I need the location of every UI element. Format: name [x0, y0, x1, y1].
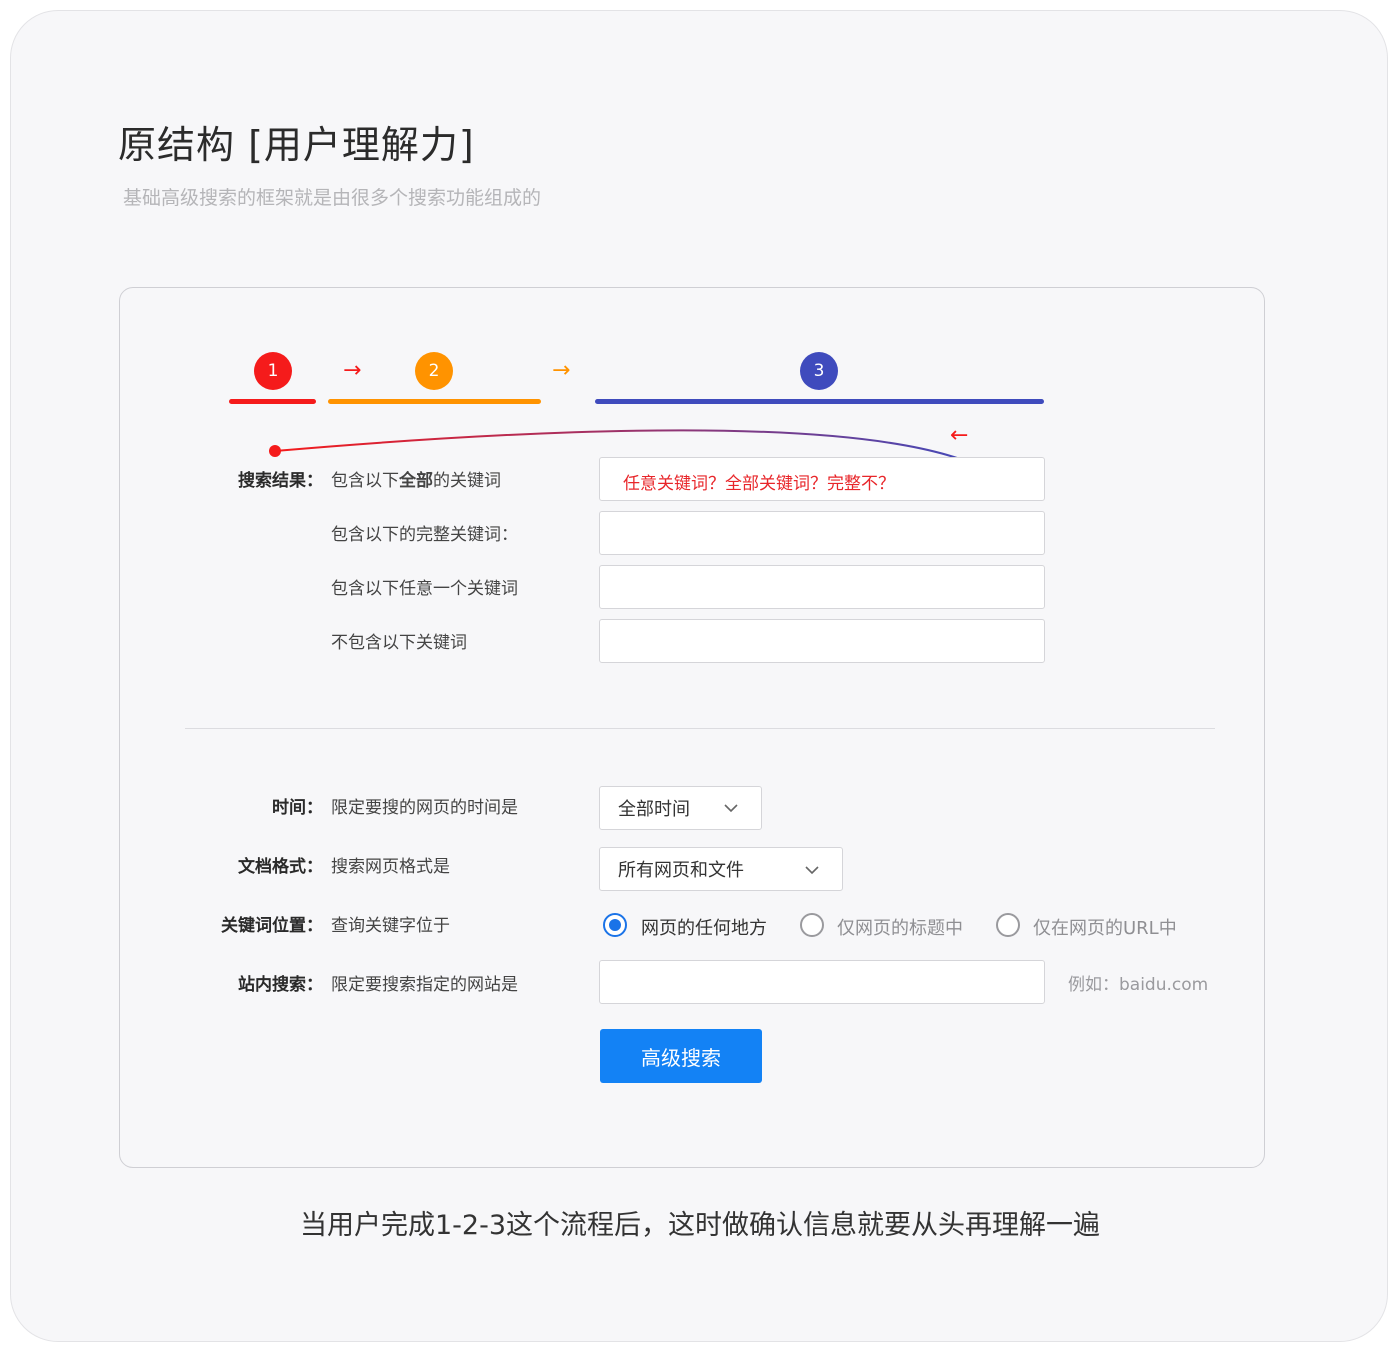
keyword-hint: 任意关键词？全部关键词？完整不？ — [623, 474, 895, 494]
position-label: 关键词位置： — [221, 916, 323, 936]
radio-anywhere[interactable] — [603, 913, 627, 937]
format-select[interactable]: 所有网页和文件 — [599, 847, 843, 891]
exclude-keywords-label: 不包含以下关键词 — [331, 633, 467, 653]
time-label: 时间： — [272, 798, 323, 818]
format-label: 文档格式： — [238, 857, 323, 877]
advanced-search-button[interactable]: 高级搜索 — [600, 1029, 762, 1083]
page-title: 原结构 [用户理解力] — [118, 123, 475, 167]
time-select-value: 全部时间 — [618, 799, 690, 820]
site-input[interactable] — [599, 960, 1045, 1004]
radio-title-only-label[interactable]: 仅网页的标题中 — [837, 914, 963, 940]
step-2-underline — [328, 399, 541, 404]
any-keyword-label: 包含以下任意一个关键词 — [331, 579, 518, 599]
radio-title-only[interactable] — [800, 913, 824, 937]
all-keywords-label: 包含以下全部的关键词 — [331, 471, 501, 491]
radio-url-only-label[interactable]: 仅在网页的URL中 — [1033, 914, 1177, 940]
exact-phrase-input[interactable] — [599, 511, 1045, 555]
site-hint: 例如：baidu.com — [1068, 975, 1209, 995]
section-divider — [185, 728, 1215, 729]
chevron-down-icon — [724, 804, 738, 813]
radio-url-only[interactable] — [996, 913, 1020, 937]
site-label: 站内搜索： — [238, 975, 323, 995]
arrow-right-icon: → — [552, 358, 571, 383]
search-results-label: 搜索结果： — [238, 471, 323, 491]
format-description: 搜索网页格式是 — [331, 857, 450, 877]
step-2-badge: 2 — [415, 352, 453, 390]
step-1-badge: 1 — [254, 352, 292, 390]
step-3-underline — [595, 399, 1044, 404]
step-3-badge: 3 — [800, 352, 838, 390]
exclude-keywords-input[interactable] — [599, 619, 1045, 663]
format-select-value: 所有网页和文件 — [618, 860, 744, 881]
any-keyword-input[interactable] — [599, 565, 1045, 609]
position-description: 查询关键字位于 — [331, 916, 450, 936]
site-description: 限定要搜索指定的网站是 — [331, 975, 518, 995]
arrow-right-icon: → — [343, 358, 362, 383]
time-description: 限定要搜的网页的时间是 — [331, 798, 518, 818]
exact-phrase-label: 包含以下的完整关键词： — [331, 525, 518, 545]
time-select[interactable]: 全部时间 — [599, 786, 762, 830]
radio-anywhere-label[interactable]: 网页的任何地方 — [641, 914, 767, 940]
step-1-underline — [229, 399, 316, 404]
page-subtitle: 基础高级搜索的框架就是由很多个搜索功能组成的 — [123, 187, 542, 209]
arrow-left-icon: ← — [950, 423, 969, 448]
caption: 当用户完成1-2-3这个流程后，这时做确认信息就要从头再理解一遍 — [299, 1210, 1101, 1241]
chevron-down-icon — [805, 866, 819, 875]
